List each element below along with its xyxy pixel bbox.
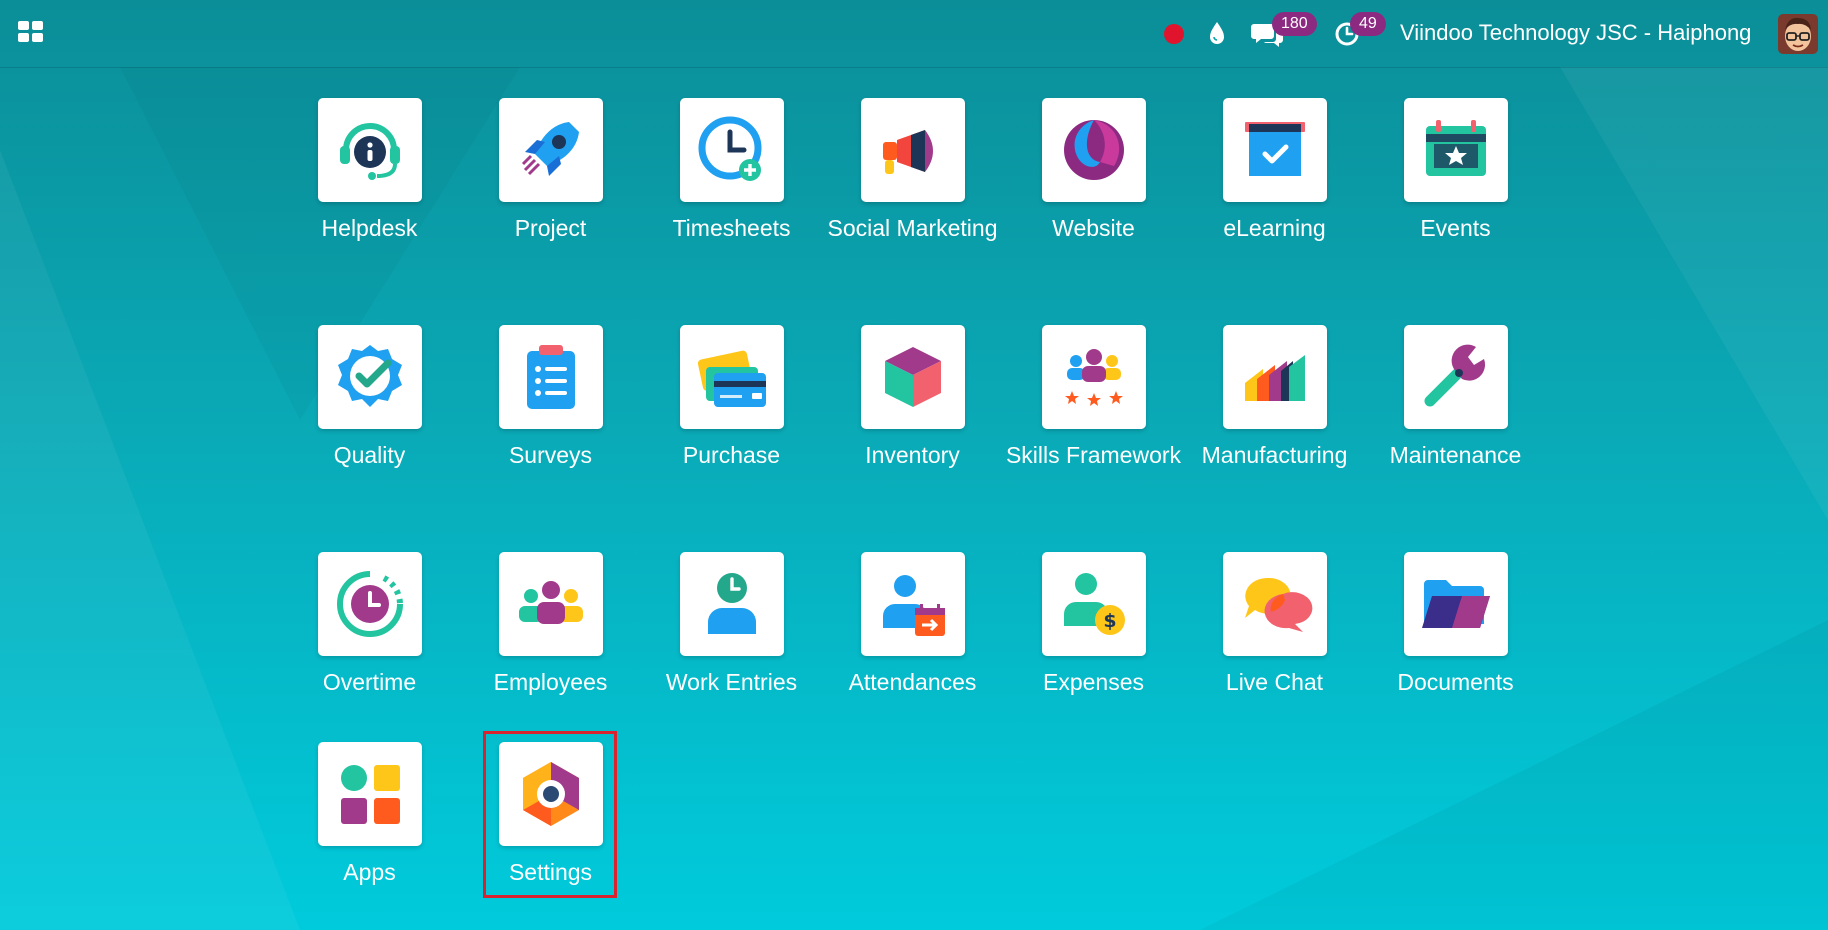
elearning-icon xyxy=(1244,122,1305,176)
wrench-icon xyxy=(1424,344,1485,407)
factory-icon xyxy=(1244,355,1305,401)
app-elearning[interactable]: eLearning xyxy=(1184,98,1365,247)
app-label: Project xyxy=(514,215,587,241)
people-stars-icon xyxy=(1064,349,1123,406)
app-documents[interactable]: Documents xyxy=(1365,552,1546,701)
app-label: Employees xyxy=(493,669,608,695)
app-timesheets[interactable]: Timesheets xyxy=(641,98,822,247)
clipboard-list-icon xyxy=(526,345,575,409)
messages-chat-icon[interactable]: 180 xyxy=(1250,0,1317,67)
app-label: Attendances xyxy=(848,669,977,695)
messages-count-badge: 180 xyxy=(1272,12,1317,36)
app-manufacturing[interactable]: Manufacturing xyxy=(1184,325,1365,474)
app-label: Social Marketing xyxy=(827,215,998,241)
app-events[interactable]: Events xyxy=(1365,98,1546,247)
app-label: Quality xyxy=(333,442,406,468)
app-employees[interactable]: Employees xyxy=(460,552,641,701)
drop-icon[interactable] xyxy=(1205,0,1229,67)
record-indicator-icon[interactable] xyxy=(1162,0,1186,67)
person-clock-icon xyxy=(707,573,756,634)
app-label: Documents xyxy=(1397,669,1514,695)
app-surveys[interactable]: Surveys xyxy=(460,325,641,474)
app-purchase[interactable]: Purchase xyxy=(641,325,822,474)
app-helpdesk[interactable]: Helpdesk xyxy=(279,98,460,247)
credit-cards-icon xyxy=(697,350,766,407)
app-label: Events xyxy=(1420,215,1491,241)
app-project[interactable]: Project xyxy=(460,98,641,247)
helpdesk-icon xyxy=(339,123,400,180)
app-social-marketing[interactable]: Social Marketing xyxy=(822,98,1003,247)
app-label: Manufacturing xyxy=(1201,442,1348,468)
app-label: eLearning xyxy=(1223,215,1326,241)
quality-badge-icon xyxy=(337,345,402,407)
app-attendances[interactable]: Attendances xyxy=(822,552,1003,701)
apps-grid-icon xyxy=(340,765,400,824)
megaphone-icon xyxy=(882,130,933,174)
app-work-entries[interactable]: Work Entries xyxy=(641,552,822,701)
app-label: Purchase xyxy=(682,442,781,468)
app-expenses[interactable]: $ Expenses xyxy=(1003,552,1184,701)
app-label: Timesheets xyxy=(672,215,791,241)
app-label: Maintenance xyxy=(1389,442,1522,468)
calendar-star-icon xyxy=(1425,120,1486,176)
settings-hexagon-icon xyxy=(522,762,579,826)
website-icon xyxy=(1063,120,1124,180)
person-dollar-icon: $ xyxy=(1063,573,1125,635)
rocket-icon xyxy=(521,122,579,176)
top-navbar: 180 49 Viindoo Technology JSC - Haiphong xyxy=(0,0,1828,68)
app-inventory[interactable]: Inventory xyxy=(822,325,1003,474)
folder-icon xyxy=(1421,580,1490,628)
app-apps[interactable]: Apps xyxy=(279,742,460,891)
app-quality[interactable]: Quality xyxy=(279,325,460,474)
app-settings[interactable]: Settings xyxy=(460,742,641,891)
app-label: Settings xyxy=(508,859,593,885)
app-overtime[interactable]: Overtime xyxy=(279,552,460,701)
cube-icon xyxy=(884,347,941,407)
svg-text:$: $ xyxy=(1103,610,1116,632)
app-label: Surveys xyxy=(508,442,593,468)
clock-plus-icon xyxy=(698,116,761,181)
app-maintenance[interactable]: Maintenance xyxy=(1365,325,1546,474)
app-label: Work Entries xyxy=(665,669,798,695)
overtime-clock-icon xyxy=(336,571,403,637)
app-live-chat[interactable]: Live Chat xyxy=(1184,552,1365,701)
employees-icon xyxy=(518,581,583,624)
chat-bubbles-icon xyxy=(1244,577,1312,632)
activities-count-badge: 49 xyxy=(1350,12,1386,36)
app-label: Expenses xyxy=(1042,669,1144,695)
app-skills-framework[interactable]: Skills Framework xyxy=(1003,325,1184,474)
company-switcher[interactable]: Viindoo Technology JSC - Haiphong xyxy=(1400,20,1751,46)
app-website[interactable]: Website xyxy=(1003,98,1184,247)
app-label: Website xyxy=(1052,215,1135,241)
person-calendar-icon xyxy=(882,575,945,636)
user-avatar[interactable] xyxy=(1778,14,1818,54)
app-label: Live Chat xyxy=(1225,669,1324,695)
app-menu-grid-icon[interactable] xyxy=(16,19,46,45)
app-label: Inventory xyxy=(865,442,960,468)
app-label: Skills Framework xyxy=(1005,442,1182,468)
app-label: Apps xyxy=(343,859,396,885)
app-label: Helpdesk xyxy=(321,215,418,241)
app-label: Overtime xyxy=(322,669,417,695)
activities-clock-icon[interactable]: 49 xyxy=(1333,0,1386,67)
